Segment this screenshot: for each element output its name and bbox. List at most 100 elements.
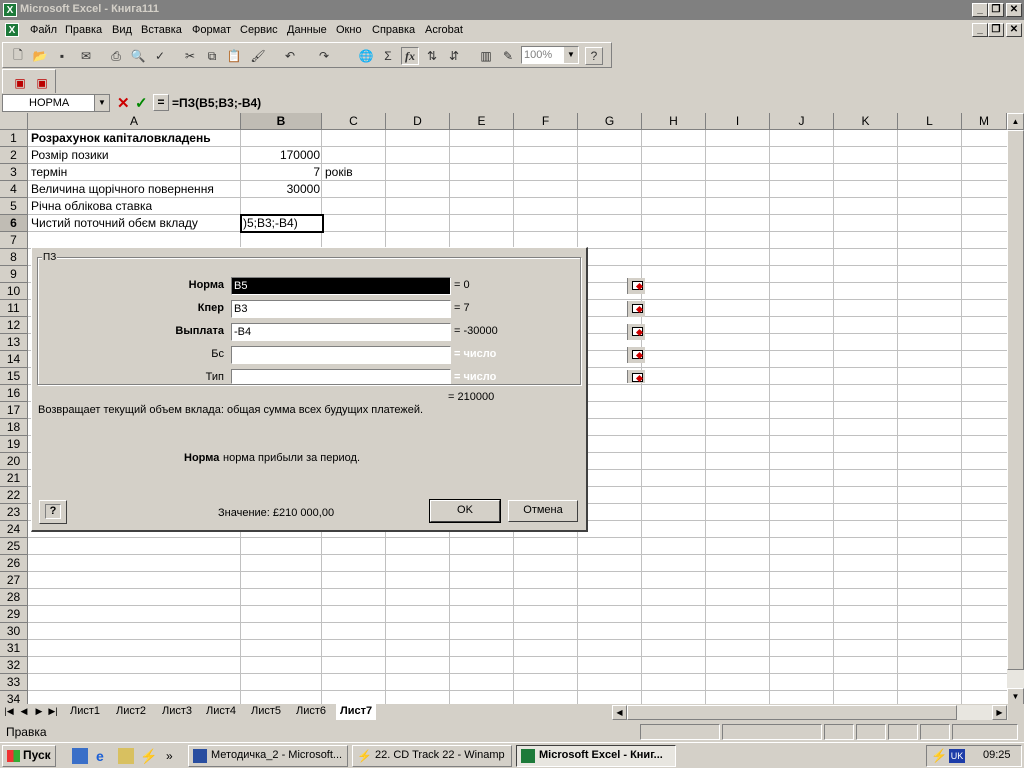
sheet-tab-5[interactable]: Лист5 xyxy=(247,704,285,720)
collapse-dialog-icon[interactable] xyxy=(627,347,645,363)
menu-format[interactable]: Формат xyxy=(192,24,231,36)
row-header[interactable]: 5 xyxy=(0,198,28,215)
col-header-j[interactable]: J xyxy=(770,113,834,130)
sort-desc-icon[interactable]: ⇵ xyxy=(445,47,463,65)
doc-minimize-button[interactable]: _ xyxy=(972,23,988,37)
excel-icon[interactable]: X xyxy=(3,3,17,17)
menu-view[interactable]: Вид xyxy=(112,24,132,36)
collapse-dialog-icon[interactable] xyxy=(627,301,645,317)
collapse-dialog-icon[interactable] xyxy=(627,278,645,294)
last-sheet-icon[interactable]: ▶| xyxy=(46,705,60,719)
formula-text[interactable]: =ПЗ(B5;B3;-B4) xyxy=(172,96,261,110)
row-header[interactable]: 8 xyxy=(0,249,28,266)
row-header[interactable]: 6 xyxy=(0,215,28,232)
pdf-email-icon[interactable]: ▣ xyxy=(33,74,51,92)
sheet-tab-2[interactable]: Лист2 xyxy=(112,704,150,720)
row-header[interactable]: 4 xyxy=(0,181,28,198)
winamp-icon[interactable]: ⚡ xyxy=(140,748,157,764)
name-box[interactable]: НОРМА ▼ xyxy=(2,94,110,112)
doc-restore-button[interactable]: ❐ xyxy=(988,23,1004,37)
cell-b4[interactable]: 30000 xyxy=(241,181,320,198)
ok-button[interactable]: OK xyxy=(429,499,501,523)
col-header-b[interactable]: B xyxy=(241,113,322,130)
row-header[interactable]: 22 xyxy=(0,487,28,504)
doc-close-button[interactable]: ✕ xyxy=(1006,23,1022,37)
row-header[interactable]: 25 xyxy=(0,538,28,555)
cell-a3[interactable]: термін xyxy=(31,164,67,181)
close-button[interactable]: ✕ xyxy=(1006,3,1022,17)
cell-a4[interactable]: Величина щорічного повернення xyxy=(31,181,214,198)
row-header[interactable]: 19 xyxy=(0,436,28,453)
menu-help[interactable]: Справка xyxy=(372,24,415,36)
chart-wizard-icon[interactable]: ▥ xyxy=(477,47,495,65)
start-button[interactable]: Пуск xyxy=(2,745,56,767)
cell-c3[interactable]: років xyxy=(325,164,353,181)
hyperlink-icon[interactable]: 🌐 xyxy=(357,47,375,65)
scroll-up-icon[interactable]: ▲ xyxy=(1007,113,1024,130)
row-header[interactable]: 28 xyxy=(0,589,28,606)
col-header-f[interactable]: F xyxy=(514,113,578,130)
col-header-l[interactable]: L xyxy=(898,113,962,130)
copy-icon[interactable]: ⧉ xyxy=(203,47,221,65)
collapse-dialog-icon[interactable] xyxy=(627,370,645,383)
arg-input-type[interactable] xyxy=(231,369,645,384)
row-header[interactable]: 24 xyxy=(0,521,28,538)
paste-icon[interactable]: 📋 xyxy=(225,47,243,65)
cancel-icon[interactable]: ✕ xyxy=(117,94,130,112)
col-header-d[interactable]: D xyxy=(386,113,450,130)
menu-data[interactable]: Данные xyxy=(287,24,327,36)
outlook-express-icon[interactable] xyxy=(118,748,134,764)
row-header[interactable]: 14 xyxy=(0,351,28,368)
row-header[interactable]: 3 xyxy=(0,164,28,181)
spelling-icon[interactable]: ✓ xyxy=(151,47,169,65)
sheet-tab-1[interactable]: Лист1 xyxy=(66,704,104,720)
row-header[interactable]: 7 xyxy=(0,232,28,249)
cell-a6[interactable]: Чистий поточний обєм вкладу xyxy=(31,215,198,232)
row-header[interactable]: 17 xyxy=(0,402,28,419)
pdf-convert-icon[interactable]: ▣ xyxy=(11,74,29,92)
row-header[interactable]: 23 xyxy=(0,504,28,521)
arg-input-rate[interactable]: B5 xyxy=(231,277,645,295)
drawing-icon[interactable]: ✎ xyxy=(499,47,517,65)
menu-tools[interactable]: Сервис xyxy=(240,24,278,36)
row-header[interactable]: 31 xyxy=(0,640,28,657)
cell-b2[interactable]: 170000 xyxy=(241,147,320,164)
row-header[interactable]: 18 xyxy=(0,419,28,436)
col-header-a[interactable]: A xyxy=(28,113,241,130)
scroll-right-icon[interactable]: ▶ xyxy=(992,705,1007,720)
autosum-icon[interactable]: Σ xyxy=(379,47,397,65)
col-header-e[interactable]: E xyxy=(450,113,514,130)
col-header-m[interactable]: M xyxy=(962,113,1007,130)
workbook-icon[interactable]: X xyxy=(5,23,19,37)
sheet-tab-6[interactable]: Лист6 xyxy=(292,704,330,720)
edit-formula-button[interactable]: = xyxy=(153,94,169,111)
chevron-down-icon[interactable]: ▼ xyxy=(564,47,578,63)
cancel-button[interactable]: Отмена xyxy=(508,500,578,522)
zoom-select[interactable]: 100% ▼ xyxy=(521,46,579,64)
row-header[interactable]: 32 xyxy=(0,657,28,674)
row-header[interactable]: 10 xyxy=(0,283,28,300)
undo-icon[interactable]: ↶ xyxy=(281,47,299,65)
row-header[interactable]: 13 xyxy=(0,334,28,351)
row-header[interactable]: 15 xyxy=(0,368,28,385)
open-icon[interactable]: 📂 xyxy=(31,47,49,65)
row-header[interactable]: 27 xyxy=(0,572,28,589)
cell-a5[interactable]: Річна облікова ставка xyxy=(31,198,152,215)
menu-acrobat[interactable]: Acrobat xyxy=(425,24,463,36)
row-header[interactable]: 34 xyxy=(0,691,28,705)
row-header[interactable]: 29 xyxy=(0,606,28,623)
horizontal-scrollbar[interactable]: ◀ ▶ xyxy=(612,705,1008,720)
taskbar-word[interactable]: Методичка_2 - Microsoft... xyxy=(188,745,348,767)
row-header[interactable]: 12 xyxy=(0,317,28,334)
collapse-dialog-icon[interactable] xyxy=(627,324,645,340)
enter-icon[interactable]: ✓ xyxy=(135,94,148,112)
scroll-thumb[interactable] xyxy=(1007,130,1024,670)
language-indicator[interactable]: UK xyxy=(949,749,965,763)
select-all-corner[interactable] xyxy=(0,113,28,130)
menu-window[interactable]: Окно xyxy=(336,24,362,36)
help-button[interactable]: ? xyxy=(39,500,67,524)
function-arguments-dialog[interactable]: ПЗ Норма B5 = 0 Кпер B3 = 7 Выплата -B4 … xyxy=(31,247,645,532)
prev-sheet-icon[interactable]: ◀ xyxy=(17,705,31,719)
vertical-scrollbar[interactable]: ▲ ▼ xyxy=(1007,113,1024,705)
row-header[interactable]: 26 xyxy=(0,555,28,572)
